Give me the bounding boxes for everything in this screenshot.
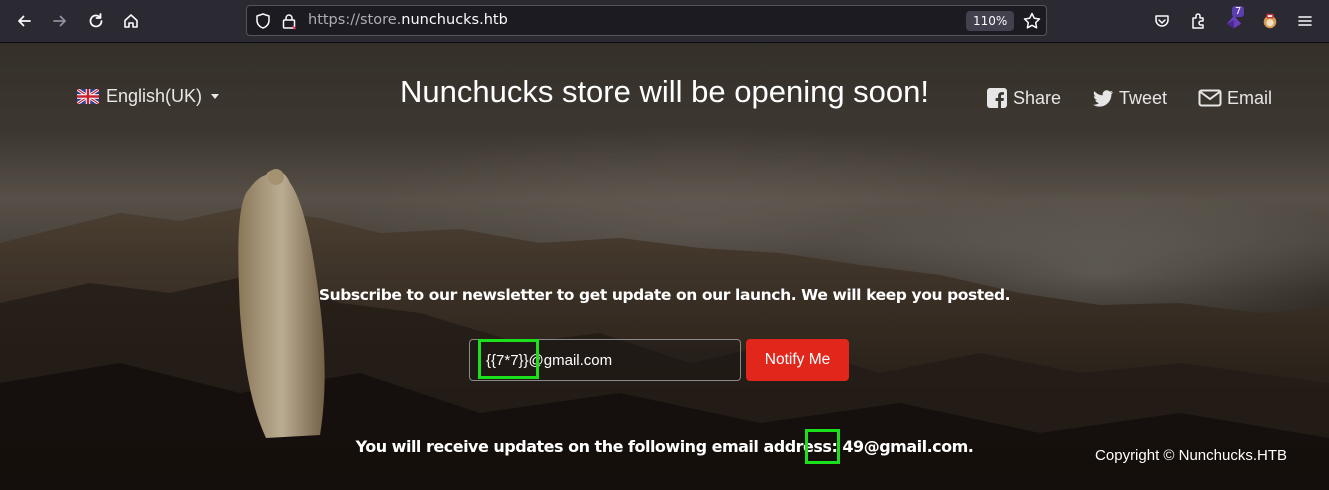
fox-extension-icon[interactable] xyxy=(1258,9,1282,33)
envelope-icon xyxy=(1198,89,1222,107)
url-domain: nunchucks.htb xyxy=(401,12,508,28)
menu-icon[interactable] xyxy=(1293,9,1317,33)
bookmark-star-icon[interactable] xyxy=(1022,11,1042,31)
reload-icon[interactable] xyxy=(84,9,108,33)
store-page: English(UK) Nunchucks store will be open… xyxy=(0,43,1329,490)
extensions-icon[interactable] xyxy=(1186,9,1210,33)
twitter-icon xyxy=(1093,90,1114,107)
result-prefix: You will receive updates on the followin… xyxy=(355,437,843,456)
result-highlight-box xyxy=(805,429,840,464)
payload-highlight-box xyxy=(478,339,539,379)
share-twitter-link[interactable]: Tweet xyxy=(1092,87,1167,109)
browser-toolbar: https://store.nunchucks.htb 110% 7 xyxy=(0,0,1329,43)
facebook-icon xyxy=(987,88,1007,108)
tweet-label: Tweet xyxy=(1119,87,1168,108)
share-facebook-link[interactable]: Share xyxy=(986,87,1061,109)
shield-icon[interactable] xyxy=(254,12,272,30)
home-icon[interactable] xyxy=(119,9,143,33)
copyright-text: Copyright © Nunchucks.HTB xyxy=(1095,447,1287,464)
address-bar[interactable]: https://store.nunchucks.htb 110% xyxy=(246,5,1047,36)
share-label: Share xyxy=(1013,87,1062,108)
lock-icon[interactable] xyxy=(280,12,298,30)
notify-me-button[interactable]: Notify Me xyxy=(746,339,849,381)
dark-overlay xyxy=(0,43,1329,490)
url-text[interactable]: https://store.nunchucks.htb xyxy=(308,12,508,28)
extension-icon[interactable]: 7 xyxy=(1222,6,1246,33)
email-label: Email xyxy=(1227,87,1273,108)
forward-icon[interactable] xyxy=(48,9,72,33)
url-prefix: https://store. xyxy=(308,12,402,28)
zoom-indicator[interactable]: 110% xyxy=(966,11,1015,31)
extension-badge: 7 xyxy=(1232,6,1245,17)
share-email-link[interactable]: Email xyxy=(1198,87,1272,109)
result-suffix: @gmail.com. xyxy=(863,437,974,456)
result-value: 49 xyxy=(842,437,864,456)
page-title-text: Nunchucks store will be opening soon! xyxy=(399,74,930,109)
back-icon[interactable] xyxy=(12,9,36,33)
pocket-icon[interactable] xyxy=(1150,9,1174,33)
newsletter-prompt: Subscribe to our newsletter to get updat… xyxy=(318,286,1011,304)
